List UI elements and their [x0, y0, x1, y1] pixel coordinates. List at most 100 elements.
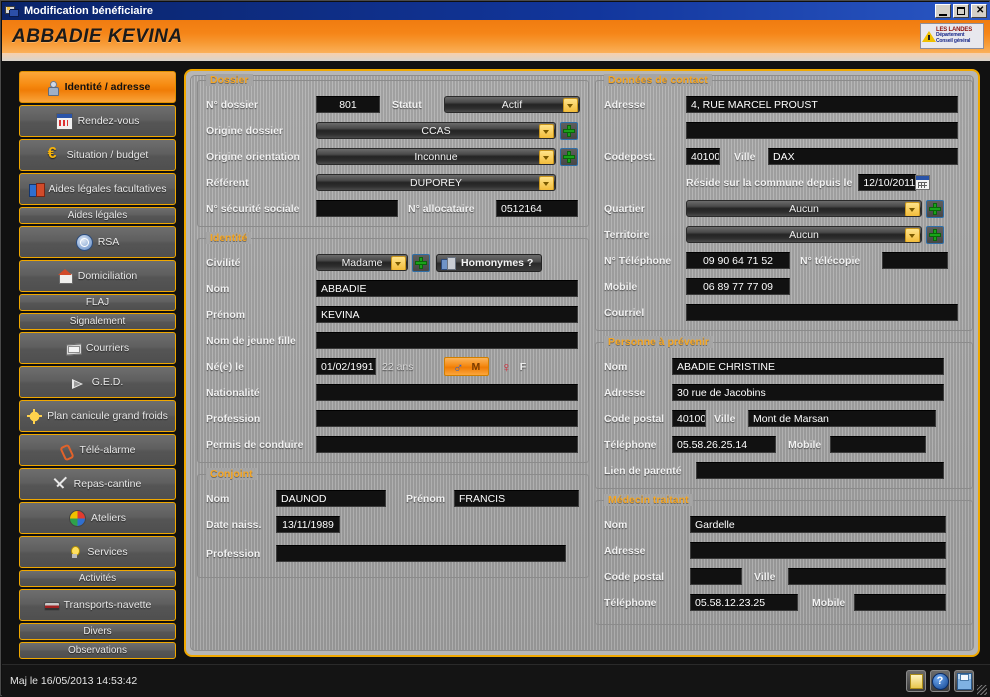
input-lien-parente[interactable]: [696, 462, 944, 479]
chevron-down-icon[interactable]: [391, 256, 406, 271]
input-adresse-line1[interactable]: 4, RUE MARCEL PROUST: [686, 96, 958, 113]
input-medecin-nom[interactable]: Gardelle: [690, 516, 946, 533]
gender-female-option[interactable]: ♀ F: [493, 357, 534, 376]
homonymes-button[interactable]: Homonymes ?: [436, 254, 542, 272]
input-nationalite[interactable]: [316, 384, 578, 401]
select-referent[interactable]: DUPOREY: [316, 174, 556, 191]
input-profession[interactable]: [316, 410, 578, 427]
sidebar-item-label: Identité / adresse: [65, 81, 151, 93]
select-quartier[interactable]: Aucun: [686, 200, 922, 217]
sidebar-item-signalement[interactable]: Signalement: [19, 313, 176, 330]
input-conjoint-nom[interactable]: DAUNOD: [276, 490, 386, 507]
input-prevenir-adresse[interactable]: 30 rue de Jacobins: [672, 384, 944, 401]
input-adresse-line2[interactable]: [686, 122, 958, 139]
sidebar-item-label: Télé-alarme: [79, 444, 135, 456]
input-conjoint-profession[interactable]: [276, 545, 566, 562]
input-prevenir-ville[interactable]: Mont de Marsan: [748, 410, 936, 427]
add-territoire-button[interactable]: [926, 226, 944, 244]
input-num-dossier[interactable]: 801: [316, 96, 380, 113]
sidebar-item-situation-budget[interactable]: Situation / budget: [19, 139, 176, 171]
application-window: Modification bénéficiaire ✕ ABBADIE KEVI…: [0, 0, 990, 696]
select-territoire[interactable]: Aucun: [686, 226, 922, 243]
add-origine-orientation-button[interactable]: [560, 148, 578, 166]
help-icon[interactable]: [930, 670, 950, 692]
label-prevenir-nom: Nom: [604, 361, 672, 373]
sidebar-item-g-e-d[interactable]: G.E.D.: [19, 366, 176, 398]
chevron-down-icon[interactable]: [539, 150, 554, 165]
sidebar-item-label: Divers: [83, 626, 111, 637]
add-origine-dossier-button[interactable]: [560, 122, 578, 140]
chevron-down-icon[interactable]: [905, 228, 920, 243]
sidebar-item-repas-cantine[interactable]: Repas-cantine: [19, 468, 176, 500]
input-nom[interactable]: ABBADIE: [316, 280, 578, 297]
input-permis[interactable]: [316, 436, 578, 453]
chevron-down-icon[interactable]: [539, 124, 554, 139]
input-ville[interactable]: DAX: [768, 148, 958, 165]
input-medecin-ville[interactable]: [788, 568, 946, 585]
input-allocataire[interactable]: 0512164: [496, 200, 578, 217]
input-prevenir-cp[interactable]: 40100: [672, 410, 706, 427]
gender-male-option[interactable]: ♂ M: [444, 357, 489, 376]
sidebar-item-rendez-vous[interactable]: Rendez-vous: [19, 105, 176, 137]
add-quartier-button[interactable]: [926, 200, 944, 218]
sidebar-item-label: Services: [87, 546, 127, 558]
save-icon[interactable]: [954, 670, 974, 692]
sidebar-item-flaj[interactable]: FLAJ: [19, 294, 176, 311]
note-icon[interactable]: [906, 670, 926, 692]
chevron-down-icon[interactable]: [539, 176, 554, 191]
row-telephone: N° Téléphone 09 90 64 71 52 N° télécopie: [604, 251, 964, 270]
sidebar-item-rsa[interactable]: RSA: [19, 226, 176, 258]
maximize-button[interactable]: [953, 4, 969, 18]
sidebar-item-identit-adresse[interactable]: Identité / adresse: [19, 71, 176, 103]
input-prenom[interactable]: KEVINA: [316, 306, 578, 323]
select-civilite-value: Madame: [342, 257, 383, 269]
input-courriel[interactable]: [686, 304, 958, 321]
sidebar-item-activit-s[interactable]: Activités: [19, 570, 176, 587]
input-medecin-telephone[interactable]: 05.58.12.23.25: [690, 594, 798, 611]
row-territoire: Territoire Aucun: [604, 225, 964, 244]
sidebar-item-label: Rendez-vous: [78, 115, 140, 127]
input-conjoint-date[interactable]: 13/11/1989: [276, 516, 340, 533]
label-mobile: Mobile: [604, 281, 686, 293]
input-date-naissance[interactable]: 01/02/1991: [316, 358, 376, 375]
sidebar-item-aides-l-gales-facultatives[interactable]: Aides légales facultatives: [19, 173, 176, 205]
sidebar-item-plan-canicule-grand-froids[interactable]: Plan canicule grand froids: [19, 400, 176, 432]
input-codepostal[interactable]: 40100: [686, 148, 720, 165]
sidebar-item-aides-l-gales[interactable]: Aides légales: [19, 207, 176, 224]
group-conjoint: Conjoint Nom DAUNOD Prénom FRANCIS Date …: [197, 474, 589, 578]
select-origine-dossier[interactable]: CCAS: [316, 122, 556, 139]
input-conjoint-prenom[interactable]: FRANCIS: [454, 490, 579, 507]
resize-grip[interactable]: [977, 685, 987, 695]
input-prevenir-nom[interactable]: ABADIE CHRISTINE: [672, 358, 944, 375]
select-statut-value: Actif: [502, 99, 522, 111]
sidebar-item-divers[interactable]: Divers: [19, 623, 176, 640]
chevron-down-icon[interactable]: [905, 202, 920, 217]
input-nom-jeune-fille[interactable]: [316, 332, 578, 349]
sidebar-item-domiciliation[interactable]: Domiciliation: [19, 260, 176, 292]
sidebar-item-services[interactable]: Services: [19, 536, 176, 568]
select-origine-orientation[interactable]: Inconnue: [316, 148, 556, 165]
sidebar-item-observations[interactable]: Observations: [19, 642, 176, 659]
select-statut[interactable]: Actif: [444, 96, 580, 113]
input-medecin-mobile[interactable]: [854, 594, 946, 611]
close-button[interactable]: ✕: [971, 4, 987, 18]
input-prevenir-telephone[interactable]: 05.58.26.25.14: [672, 436, 776, 453]
input-reside-depuis[interactable]: 12/10/2011: [858, 174, 916, 191]
calendar-icon[interactable]: [915, 175, 930, 190]
label-medecin-ville: Ville: [754, 571, 788, 583]
input-mobile[interactable]: 06 89 77 77 09: [686, 278, 790, 295]
input-prevenir-mobile[interactable]: [830, 436, 926, 453]
input-secu[interactable]: [316, 200, 398, 217]
sidebar-item-ateliers[interactable]: Ateliers: [19, 502, 176, 534]
input-medecin-adresse[interactable]: [690, 542, 946, 559]
minimize-button[interactable]: [935, 4, 951, 18]
chevron-down-icon[interactable]: [563, 98, 578, 113]
select-civilite[interactable]: Madame: [316, 254, 408, 271]
sidebar-item-transports-navette[interactable]: Transports-navette: [19, 589, 176, 621]
input-telecopie[interactable]: [882, 252, 948, 269]
input-telephone[interactable]: 09 90 64 71 52: [686, 252, 790, 269]
sidebar-item-t-l-alarme[interactable]: Télé-alarme: [19, 434, 176, 466]
add-civilite-button[interactable]: [412, 254, 430, 272]
input-medecin-cp[interactable]: [690, 568, 742, 585]
sidebar-item-courriers[interactable]: Courriers: [19, 332, 176, 364]
